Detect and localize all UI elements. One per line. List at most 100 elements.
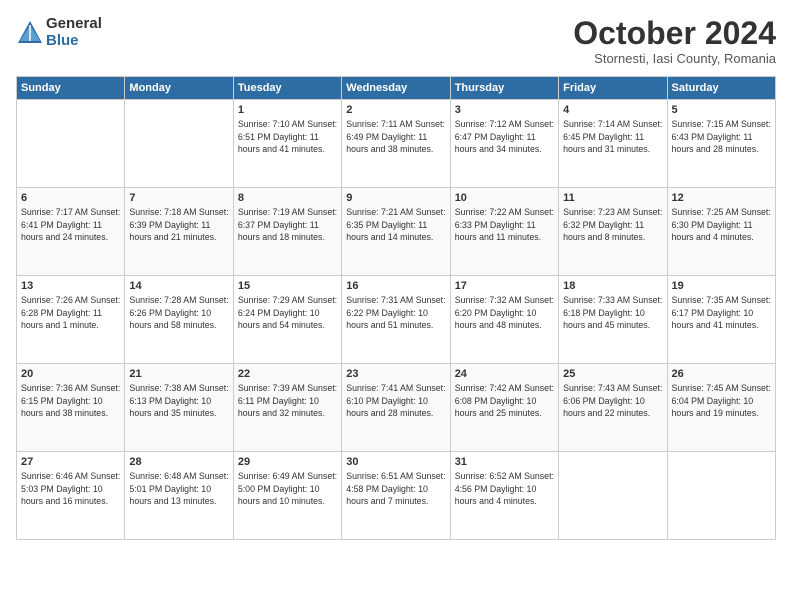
day-info: Sunrise: 7:21 AM Sunset: 6:35 PM Dayligh…: [346, 206, 445, 243]
day-number: 12: [672, 192, 771, 204]
day-info: Sunrise: 7:36 AM Sunset: 6:15 PM Dayligh…: [21, 382, 120, 419]
calendar-cell-4-1: 28Sunrise: 6:48 AM Sunset: 5:01 PM Dayli…: [125, 452, 233, 540]
day-number: 30: [346, 456, 445, 468]
day-info: Sunrise: 7:14 AM Sunset: 6:45 PM Dayligh…: [563, 118, 662, 155]
header: General Blue October 2024 Stornesti, Ias…: [16, 16, 776, 66]
calendar-cell-4-2: 29Sunrise: 6:49 AM Sunset: 5:00 PM Dayli…: [233, 452, 341, 540]
day-info: Sunrise: 7:41 AM Sunset: 6:10 PM Dayligh…: [346, 382, 445, 419]
calendar-cell-2-3: 16 Sunrise: 7:31 AM Sunset: 6:22 PM Dayli…: [342, 276, 450, 364]
day-number: 2: [346, 104, 445, 116]
day-number: 21: [129, 368, 228, 380]
calendar-cell-3-3: 23Sunrise: 7:41 AM Sunset: 6:10 PM Dayli…: [342, 364, 450, 452]
calendar-cell-3-5: 25 Sunrise: 7:43 AM Sunset: 6:06 PM Dayli…: [559, 364, 667, 452]
day-info: Sunrise: 7:22 AM Sunset: 6:33 PM Dayligh…: [455, 206, 554, 243]
day-number: 19: [672, 280, 771, 292]
calendar-cell-0-4: 3 Sunrise: 7:12 AM Sunset: 6:47 PM Daylig…: [450, 100, 558, 188]
calendar-cell-1-5: 11 Sunrise: 7:23 AM Sunset: 6:32 PM Dayli…: [559, 188, 667, 276]
page: General Blue October 2024 Stornesti, Ias…: [0, 0, 792, 612]
day-number: 31: [455, 456, 554, 468]
calendar-cell-0-0: [17, 100, 125, 188]
header-monday: Monday: [125, 77, 233, 100]
day-number: 29: [238, 456, 337, 468]
calendar-cell-0-2: 1 Sunrise: 7:10 AM Sunset: 6:51 PM Daylig…: [233, 100, 341, 188]
day-number: 14: [129, 280, 228, 292]
title-block: October 2024 Stornesti, Iasi County, Rom…: [573, 16, 776, 66]
day-number: 11: [563, 192, 662, 204]
day-info: Sunrise: 6:52 AM Sunset: 4:56 PM Dayligh…: [455, 470, 554, 507]
day-info: Sunrise: 7:31 AM Sunset: 6:22 PM Dayligh…: [346, 294, 445, 331]
day-number: 24: [455, 368, 554, 380]
header-friday: Friday: [559, 77, 667, 100]
day-info: Sunrise: 7:35 AM Sunset: 6:17 PM Dayligh…: [672, 294, 771, 331]
day-info: Sunrise: 7:42 AM Sunset: 6:08 PM Dayligh…: [455, 382, 554, 419]
calendar-cell-3-0: 20Sunrise: 7:36 AM Sunset: 6:15 PM Dayli…: [17, 364, 125, 452]
day-info: Sunrise: 7:23 AM Sunset: 6:32 PM Dayligh…: [563, 206, 662, 243]
calendar-table: Sunday Monday Tuesday Wednesday Thursday…: [16, 76, 776, 540]
location-text: Stornesti, Iasi County, Romania: [573, 51, 776, 66]
calendar-cell-2-6: 19 Sunrise: 7:35 AM Sunset: 6:17 PM Dayli…: [667, 276, 775, 364]
calendar-cell-0-3: 2Sunrise: 7:11 AM Sunset: 6:49 PM Daylig…: [342, 100, 450, 188]
day-number: 4: [563, 104, 662, 116]
day-info: Sunrise: 7:18 AM Sunset: 6:39 PM Dayligh…: [129, 206, 228, 243]
logo-blue-text: Blue: [46, 33, 102, 50]
day-info: Sunrise: 7:33 AM Sunset: 6:18 PM Dayligh…: [563, 294, 662, 331]
calendar-cell-4-4: 31 Sunrise: 6:52 AM Sunset: 4:56 PM Dayli…: [450, 452, 558, 540]
day-number: 25: [563, 368, 662, 380]
header-wednesday: Wednesday: [342, 77, 450, 100]
day-number: 8: [238, 192, 337, 204]
day-info: Sunrise: 7:43 AM Sunset: 6:06 PM Dayligh…: [563, 382, 662, 419]
calendar-cell-3-1: 21 Sunrise: 7:38 AM Sunset: 6:13 PM Dayli…: [125, 364, 233, 452]
day-number: 27: [21, 456, 120, 468]
day-number: 6: [21, 192, 120, 204]
calendar-cell-1-1: 7 Sunrise: 7:18 AM Sunset: 6:39 PM Daylig…: [125, 188, 233, 276]
day-info: Sunrise: 7:25 AM Sunset: 6:30 PM Dayligh…: [672, 206, 771, 243]
day-number: 9: [346, 192, 445, 204]
day-number: 16: [346, 280, 445, 292]
day-number: 22: [238, 368, 337, 380]
calendar-cell-0-1: [125, 100, 233, 188]
day-info: Sunrise: 7:38 AM Sunset: 6:13 PM Dayligh…: [129, 382, 228, 419]
calendar-cell-3-6: 26Sunrise: 7:45 AM Sunset: 6:04 PM Dayli…: [667, 364, 775, 452]
calendar-cell-2-1: 14 Sunrise: 7:28 AM Sunset: 6:26 PM Dayli…: [125, 276, 233, 364]
logo: General Blue: [16, 16, 102, 49]
logo-text: General Blue: [46, 16, 102, 49]
day-number: 10: [455, 192, 554, 204]
calendar-cell-4-3: 30Sunrise: 6:51 AM Sunset: 4:58 PM Dayli…: [342, 452, 450, 540]
calendar-cell-1-3: 9 Sunrise: 7:21 AM Sunset: 6:35 PM Daylig…: [342, 188, 450, 276]
day-number: 5: [672, 104, 771, 116]
day-info: Sunrise: 6:46 AM Sunset: 5:03 PM Dayligh…: [21, 470, 120, 507]
day-info: Sunrise: 7:19 AM Sunset: 6:37 PM Dayligh…: [238, 206, 337, 243]
calendar-cell-2-4: 17Sunrise: 7:32 AM Sunset: 6:20 PM Dayli…: [450, 276, 558, 364]
calendar-cell-0-5: 4 Sunrise: 7:14 AM Sunset: 6:45 PM Daylig…: [559, 100, 667, 188]
calendar-cell-1-4: 10 Sunrise: 7:22 AM Sunset: 6:33 PM Dayli…: [450, 188, 558, 276]
week-row-1: 6 Sunrise: 7:17 AM Sunset: 6:41 PM Daylig…: [17, 188, 776, 276]
day-number: 7: [129, 192, 228, 204]
week-row-3: 20Sunrise: 7:36 AM Sunset: 6:15 PM Dayli…: [17, 364, 776, 452]
day-info: Sunrise: 7:28 AM Sunset: 6:26 PM Dayligh…: [129, 294, 228, 331]
logo-general-text: General: [46, 16, 102, 33]
day-info: Sunrise: 7:29 AM Sunset: 6:24 PM Dayligh…: [238, 294, 337, 331]
calendar-cell-2-0: 13Sunrise: 7:26 AM Sunset: 6:28 PM Dayli…: [17, 276, 125, 364]
day-number: 1: [238, 104, 337, 116]
header-tuesday: Tuesday: [233, 77, 341, 100]
day-number: 3: [455, 104, 554, 116]
day-info: Sunrise: 7:12 AM Sunset: 6:47 PM Dayligh…: [455, 118, 554, 155]
day-info: Sunrise: 7:45 AM Sunset: 6:04 PM Dayligh…: [672, 382, 771, 419]
calendar-cell-4-5: [559, 452, 667, 540]
day-info: Sunrise: 7:10 AM Sunset: 6:51 PM Dayligh…: [238, 118, 337, 155]
week-row-0: 1 Sunrise: 7:10 AM Sunset: 6:51 PM Daylig…: [17, 100, 776, 188]
header-sunday: Sunday: [17, 77, 125, 100]
calendar-cell-3-4: 24 Sunrise: 7:42 AM Sunset: 6:08 PM Dayli…: [450, 364, 558, 452]
header-saturday: Saturday: [667, 77, 775, 100]
calendar-cell-0-6: 5 Sunrise: 7:15 AM Sunset: 6:43 PM Daylig…: [667, 100, 775, 188]
day-info: Sunrise: 7:17 AM Sunset: 6:41 PM Dayligh…: [21, 206, 120, 243]
day-info: Sunrise: 6:48 AM Sunset: 5:01 PM Dayligh…: [129, 470, 228, 507]
month-title: October 2024: [573, 16, 776, 51]
day-info: Sunrise: 7:15 AM Sunset: 6:43 PM Dayligh…: [672, 118, 771, 155]
calendar-cell-2-2: 15Sunrise: 7:29 AM Sunset: 6:24 PM Dayli…: [233, 276, 341, 364]
calendar-cell-4-6: [667, 452, 775, 540]
day-number: 17: [455, 280, 554, 292]
day-info: Sunrise: 7:26 AM Sunset: 6:28 PM Dayligh…: [21, 294, 120, 331]
header-thursday: Thursday: [450, 77, 558, 100]
week-row-2: 13Sunrise: 7:26 AM Sunset: 6:28 PM Dayli…: [17, 276, 776, 364]
